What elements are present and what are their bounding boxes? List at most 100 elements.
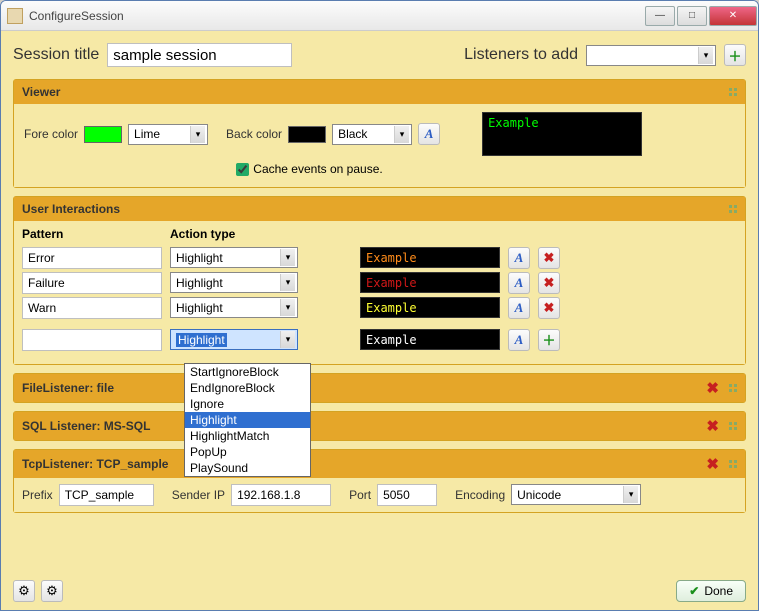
top-row: Session title Listeners to add ▾ ＋ <box>13 41 746 71</box>
back-color-swatch <box>288 126 326 143</box>
tcp-listener-header[interactable]: TcpListener: TCP_sample ✖ <box>14 450 745 478</box>
dropdown-option[interactable]: PlaySound <box>185 460 310 476</box>
example-text: Example <box>366 251 417 265</box>
action-combo[interactable]: Highlight ▾ <box>170 272 298 293</box>
chevron-down-icon: ▾ <box>280 331 295 348</box>
port-label: Port <box>349 488 371 502</box>
ui-column-headers: Pattern Action type <box>22 227 737 244</box>
delete-file-listener-button[interactable]: ✖ <box>706 379 719 397</box>
done-label: Done <box>704 584 733 598</box>
panel-grip-icon[interactable] <box>729 422 737 430</box>
delete-sql-listener-button[interactable]: ✖ <box>706 417 719 435</box>
example-text: Example <box>366 276 417 290</box>
action-value: Highlight <box>176 276 223 290</box>
fore-color-value: Lime <box>134 127 160 141</box>
session-title-input[interactable] <box>107 43 292 67</box>
pattern-input[interactable] <box>22 247 162 269</box>
panel-grip-icon[interactable] <box>729 384 737 392</box>
dropdown-option[interactable]: PopUp <box>185 444 310 460</box>
chevron-down-icon: ▾ <box>698 47 713 64</box>
action-dropdown[interactable]: StartIgnoreBlockEndIgnoreBlockIgnoreHigh… <box>184 363 311 477</box>
font-icon: A <box>515 250 524 266</box>
new-pattern-input[interactable] <box>22 329 162 351</box>
new-action-combo[interactable]: Highlight ▾ <box>170 329 298 350</box>
maximize-button[interactable]: □ <box>677 6 707 26</box>
footer-tool-button-1[interactable]: ⚙ <box>13 580 35 602</box>
delete-row-button[interactable]: ✖ <box>538 297 560 319</box>
ui-header-label: User Interactions <box>22 202 120 216</box>
fore-color-swatch <box>84 126 122 143</box>
chevron-down-icon: ▾ <box>190 126 205 143</box>
example-preview: Example <box>360 297 500 318</box>
delete-tcp-listener-button[interactable]: ✖ <box>706 455 719 473</box>
app-icon <box>7 8 23 24</box>
sql-listener-header-label: SQL Listener: MS-SQL <box>22 419 150 433</box>
minimize-button[interactable]: — <box>645 6 675 26</box>
fore-color-combo[interactable]: Lime ▾ <box>128 124 208 145</box>
panel-grip-icon[interactable] <box>729 460 737 468</box>
add-listener-button[interactable]: ＋ <box>724 44 746 66</box>
encoding-label: Encoding <box>455 488 505 502</box>
add-interaction-button[interactable]: ＋ <box>538 329 560 351</box>
chevron-down-icon: ▾ <box>280 299 295 316</box>
back-color-combo[interactable]: Black ▾ <box>332 124 412 145</box>
sql-listener-header[interactable]: SQL Listener: MS-SQL ✖ <box>14 412 745 440</box>
panel-grip-icon[interactable] <box>729 205 737 213</box>
action-combo[interactable]: Highlight ▾ <box>170 297 298 318</box>
action-value: Highlight <box>176 301 223 315</box>
senderip-input[interactable] <box>231 484 331 506</box>
new-font-button[interactable]: A <box>508 329 530 351</box>
close-button[interactable]: ✕ <box>709 6 757 26</box>
viewer-preview: Example <box>482 112 642 156</box>
session-title-label: Session title <box>13 46 99 64</box>
font-icon: A <box>425 126 434 142</box>
ui-row: Highlight ▾ Example A ✖ <box>22 272 737 294</box>
viewer-font-button[interactable]: A <box>418 123 440 145</box>
window-title: ConfigureSession <box>29 9 644 23</box>
listeners-combo[interactable]: ▾ <box>586 45 716 66</box>
cache-events-input[interactable] <box>236 163 249 176</box>
fore-color-label: Fore color <box>24 127 78 141</box>
cache-events-checkbox[interactable]: Cache events on pause. <box>236 162 382 176</box>
row-font-button[interactable]: A <box>508 297 530 319</box>
row-font-button[interactable]: A <box>508 272 530 294</box>
encoding-combo[interactable]: Unicode ▾ <box>511 484 641 505</box>
col-pattern: Pattern <box>22 227 162 241</box>
dropdown-option[interactable]: Ignore <box>185 396 310 412</box>
back-color-value: Black <box>338 127 367 141</box>
viewer-preview-text: Example <box>488 116 539 130</box>
window: ConfigureSession — □ ✕ apFiles Session t… <box>0 0 759 611</box>
dropdown-option[interactable]: StartIgnoreBlock <box>185 364 310 380</box>
dropdown-option[interactable]: EndIgnoreBlock <box>185 380 310 396</box>
action-combo[interactable]: Highlight▾ <box>170 247 298 268</box>
encoding-value: Unicode <box>517 488 561 502</box>
ui-body: Pattern Action type Highlight▾ExampleA✖H… <box>14 221 745 364</box>
new-example-preview: Example <box>360 329 500 350</box>
footer-tool-button-2[interactable]: ⚙ <box>41 580 63 602</box>
delete-row-button[interactable]: ✖ <box>538 272 560 294</box>
port-input[interactable] <box>377 484 437 506</box>
file-listener-header[interactable]: FileListener: file ✖ <box>14 374 745 402</box>
viewer-body: Fore color Lime ▾ Back color Black ▾ A <box>14 104 745 187</box>
done-button[interactable]: ✔ Done <box>676 580 746 602</box>
tcp-body: Prefix Sender IP Port Encoding Unicode ▾ <box>14 478 745 512</box>
pattern-input[interactable] <box>22 297 162 319</box>
dropdown-option[interactable]: Highlight <box>185 412 310 428</box>
check-icon: ✔ <box>689 584 699 598</box>
font-icon: A <box>515 300 524 316</box>
prefix-input[interactable] <box>59 484 154 506</box>
dropdown-option[interactable]: HighlightMatch <box>185 428 310 444</box>
gear-icon: ⚙ <box>46 583 58 599</box>
font-icon: A <box>515 332 524 348</box>
footer: ⚙ ⚙ ✔ Done <box>13 574 746 602</box>
tcp-listener-panel: TcpListener: TCP_sample ✖ Prefix Sender … <box>13 449 746 513</box>
panel-grip-icon[interactable] <box>729 88 737 96</box>
ui-header: User Interactions <box>14 197 745 221</box>
chevron-down-icon: ▾ <box>280 274 295 291</box>
row-font-button[interactable]: A <box>508 247 530 269</box>
plus-icon: ＋ <box>728 46 741 65</box>
col-action: Action type <box>170 227 330 241</box>
delete-row-button[interactable]: ✖ <box>538 247 560 269</box>
pattern-input[interactable] <box>22 272 162 294</box>
viewer-panel: Viewer Fore color Lime ▾ Back color Blac… <box>13 79 746 188</box>
